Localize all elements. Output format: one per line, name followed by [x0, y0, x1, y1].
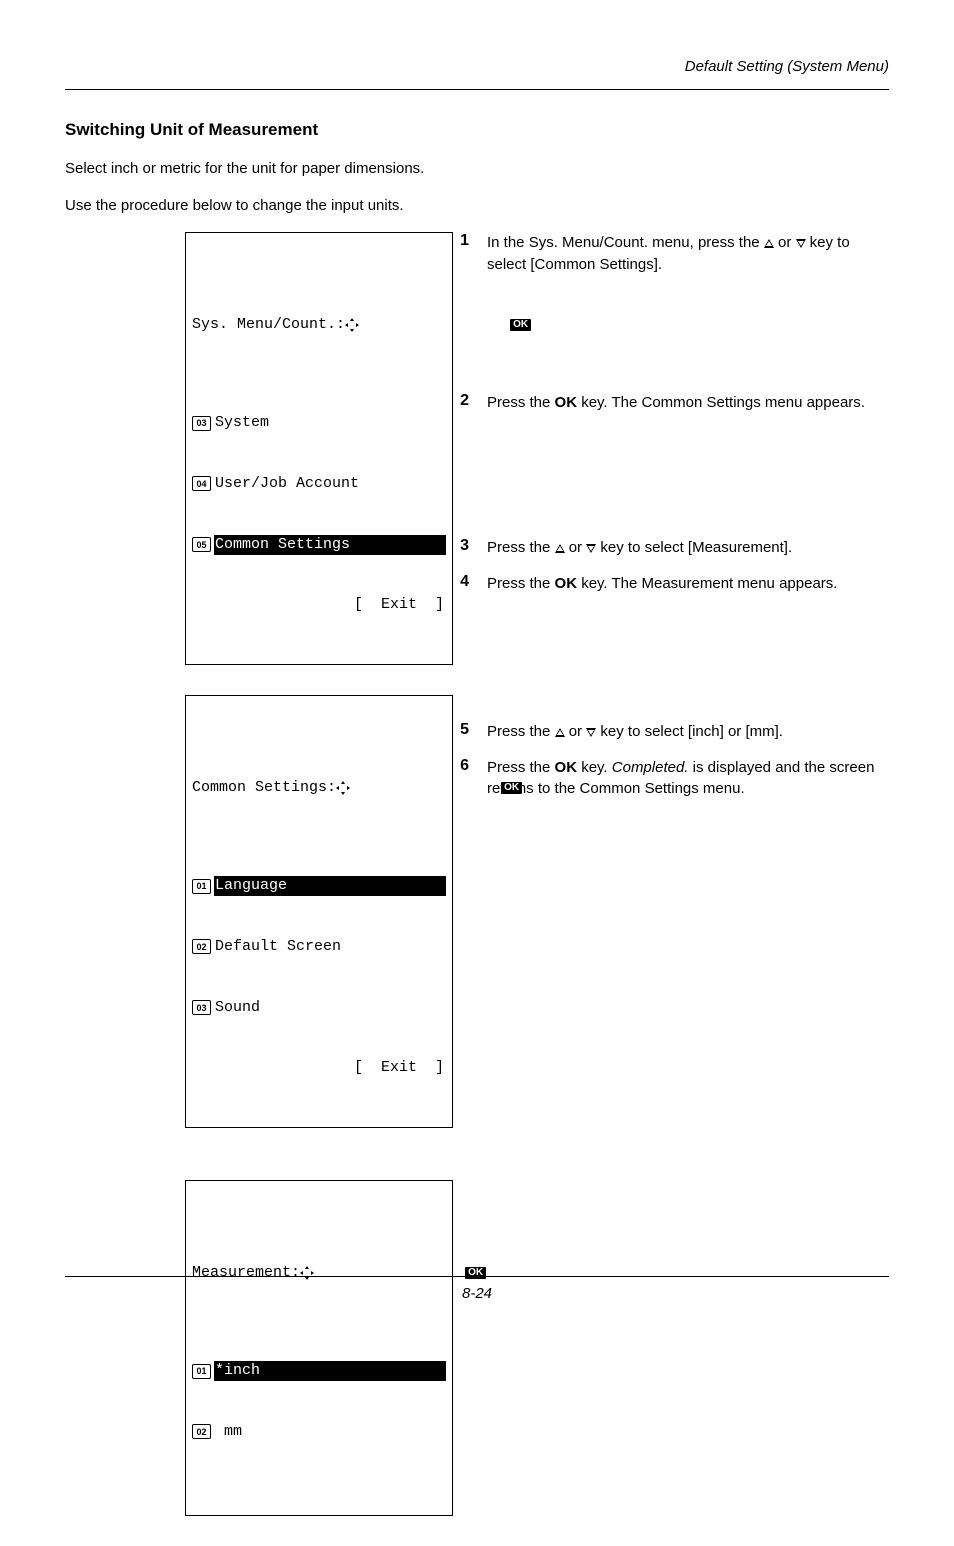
up-arrow-icon: [764, 239, 774, 248]
text-fragment: key. The Common Settings menu appears.: [577, 394, 865, 411]
row-number-icon: 02: [192, 1424, 211, 1439]
row-text: Common Settings: [215, 535, 350, 555]
step-5: 5 Press the or key to select [inch] or […: [455, 721, 889, 743]
lcd-row: 02 mm: [192, 1422, 446, 1442]
step-number: 2: [455, 392, 469, 414]
lcd-screen-measurement: Measurement: OK 01 *inch: [185, 1180, 453, 1516]
row-text: Sound: [215, 998, 260, 1018]
page-number: 8-24: [462, 1285, 492, 1302]
step-text: Press the or key to select [Measurement]…: [487, 537, 792, 559]
lcd-softkey: [ Exit ]: [192, 595, 446, 615]
down-arrow-icon: [796, 239, 806, 248]
text-fragment: Press the: [487, 539, 555, 556]
header-rule: [65, 89, 889, 90]
lcd-title: Common Settings:: [192, 778, 336, 798]
step-text: Press the or key to select [inch] or [mm…: [487, 721, 783, 743]
step-4: 4 Press the OK key. The Measurement menu…: [455, 573, 889, 595]
lcd-screen-sys-menu: Sys. Menu/Count.: OK 03 System: [185, 232, 453, 665]
ok-icon: OK: [510, 319, 531, 331]
text-fragment: key to select [Measurement].: [596, 539, 792, 556]
up-arrow-icon: [555, 728, 565, 737]
lcd-row: 02 Default Screen: [192, 937, 446, 957]
row-number-icon: 05: [192, 537, 211, 552]
step-number: 1: [455, 232, 469, 276]
row-number-icon: 01: [192, 1364, 211, 1379]
row-number-icon: 01: [192, 879, 211, 894]
step-number: 5: [455, 721, 469, 743]
step-text: In the Sys. Menu/Count. menu, press the …: [487, 232, 889, 276]
intro-paragraph-1: Select inch or metric for the unit for p…: [65, 158, 889, 179]
step-number: 4: [455, 573, 469, 595]
running-header: Default Setting (System Menu): [685, 58, 889, 75]
page-footer: 8-24: [0, 1276, 954, 1302]
lcd-row: 04 User/Job Account: [192, 474, 446, 494]
completed-label: Completed.: [612, 759, 689, 776]
text-fragment: key.: [577, 759, 612, 776]
text-fragment: key to select [inch] or [mm].: [596, 723, 783, 740]
lcd-softkey: [ Exit ]: [192, 1058, 446, 1078]
row-number-icon: 03: [192, 416, 211, 431]
text-fragment: key. The Measurement menu appears.: [577, 575, 837, 592]
step-text: Press the OK key. The Measurement menu a…: [487, 573, 837, 595]
text-fragment: Press the: [487, 575, 555, 592]
lcd-row: 03 System: [192, 413, 446, 433]
row-text: *inch: [215, 1361, 260, 1381]
nav-arrows-icon: [300, 1226, 462, 1321]
ok-label: OK: [555, 759, 578, 776]
lcd-row: 03 Sound: [192, 998, 446, 1018]
step-text: Press the OK key. The Common Settings me…: [487, 392, 865, 414]
text-fragment: In the Sys. Menu/Count. menu, press the: [487, 234, 764, 251]
footer-rule: [65, 1276, 889, 1277]
section-heading: Switching Unit of Measurement: [65, 120, 889, 140]
intro-paragraph-2: Use the procedure below to change the in…: [65, 195, 889, 216]
lcd-row-selected: 01 *inch: [192, 1361, 446, 1381]
row-text: Default Screen: [215, 937, 341, 957]
lcd-row-selected: 05 Common Settings: [192, 535, 446, 555]
text-fragment: or: [774, 234, 796, 251]
nav-arrows-icon: [336, 741, 498, 836]
nav-arrows-icon: [345, 278, 507, 373]
step-text: Press the OK key. Completed. is displaye…: [487, 757, 889, 801]
lcd-title: Sys. Menu/Count.:: [192, 315, 345, 335]
row-text: Language: [215, 876, 287, 896]
row-number-icon: 04: [192, 476, 211, 491]
ok-label: OK: [555, 394, 578, 411]
lcd-screen-common-settings: Common Settings: OK 01 Language: [185, 695, 453, 1128]
text-fragment: or: [565, 723, 587, 740]
down-arrow-icon: [586, 728, 596, 737]
text-fragment: Press the: [487, 394, 555, 411]
row-text: mm: [215, 1422, 242, 1442]
ok-icon: OK: [501, 782, 522, 794]
lcd-row-selected: 01 Language: [192, 876, 446, 896]
row-text: User/Job Account: [215, 474, 359, 494]
row-number-icon: 02: [192, 939, 211, 954]
text-fragment: Press the: [487, 723, 555, 740]
step-number: 3: [455, 537, 469, 559]
ok-label: OK: [555, 575, 578, 592]
row-text: System: [215, 413, 269, 433]
step-3: 3 Press the or key to select [Measuremen…: [455, 537, 889, 559]
step-1: 1 In the Sys. Menu/Count. menu, press th…: [455, 232, 889, 276]
row-number-icon: 03: [192, 1000, 211, 1015]
up-arrow-icon: [555, 544, 565, 553]
down-arrow-icon: [586, 544, 596, 553]
step-2: 2 Press the OK key. The Common Settings …: [455, 392, 889, 414]
text-fragment: or: [565, 539, 587, 556]
